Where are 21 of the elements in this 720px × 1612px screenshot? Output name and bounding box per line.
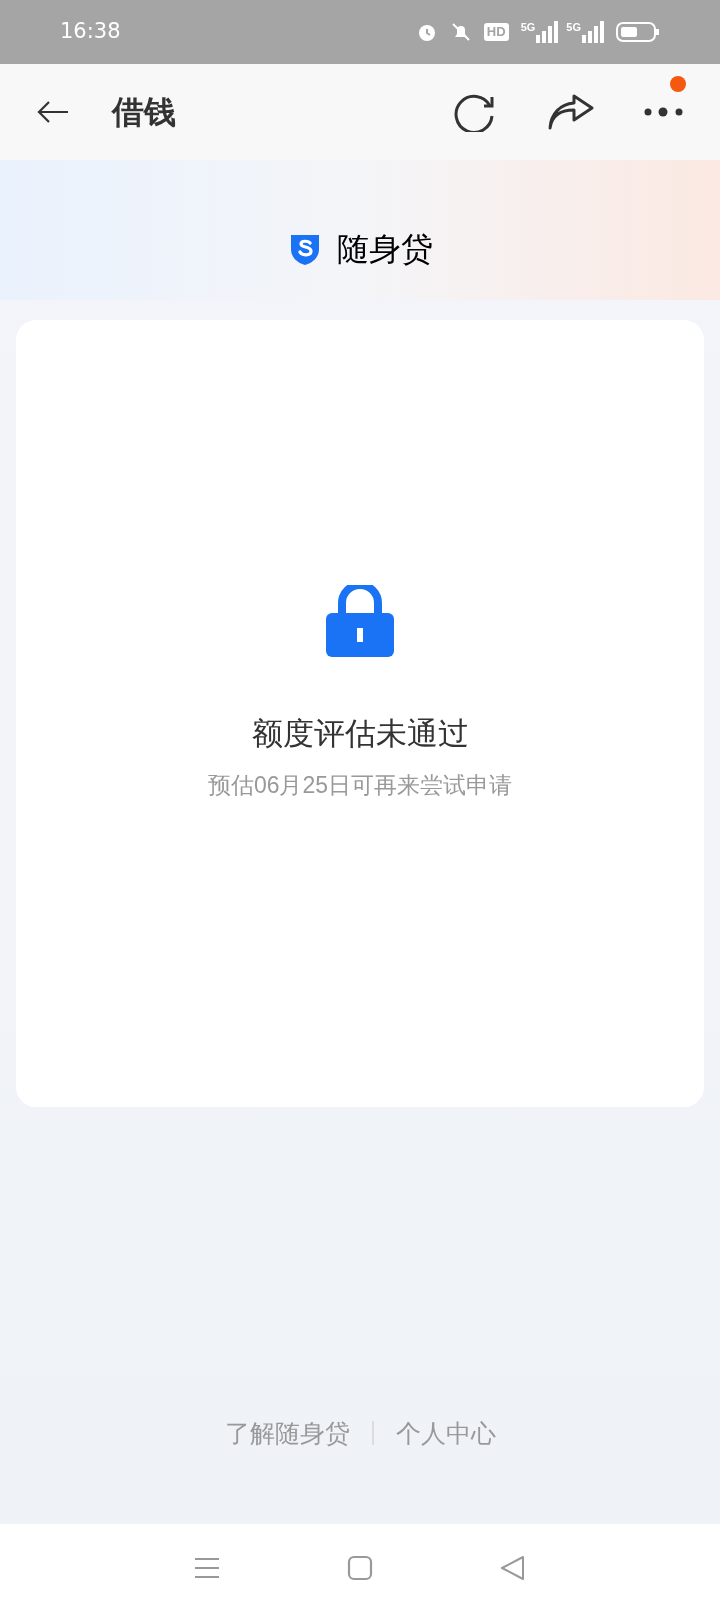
status-time: 16:38 — [60, 18, 121, 46]
status-title: 额度评估未通过 — [251, 715, 469, 753]
retry-date-text: 预估06月25日可再来尝试申请 — [207, 770, 513, 800]
brand-name: 随身贷 — [337, 230, 433, 269]
back-arrow-icon[interactable] — [36, 100, 70, 124]
network-label: 5G — [566, 21, 581, 33]
mute-bell-icon — [449, 21, 472, 43]
network-label: 5G — [520, 21, 536, 33]
share-icon[interactable] — [548, 94, 594, 130]
signal-bars-icon — [582, 21, 604, 43]
footer-link[interactable]: 了解随身贷 — [224, 1414, 350, 1452]
hd-badge: HD — [483, 23, 509, 41]
footer-link[interactable]: 个人中心 — [395, 1414, 496, 1452]
back-icon[interactable] — [500, 1555, 527, 1581]
signal-bars-icon — [536, 21, 559, 43]
lock-icon — [325, 585, 395, 659]
menu-icon[interactable] — [193, 1556, 220, 1580]
battery-icon — [616, 21, 660, 43]
page-title: 借钱 — [112, 93, 176, 132]
more-icon[interactable] — [644, 106, 684, 118]
home-icon[interactable] — [347, 1555, 373, 1581]
